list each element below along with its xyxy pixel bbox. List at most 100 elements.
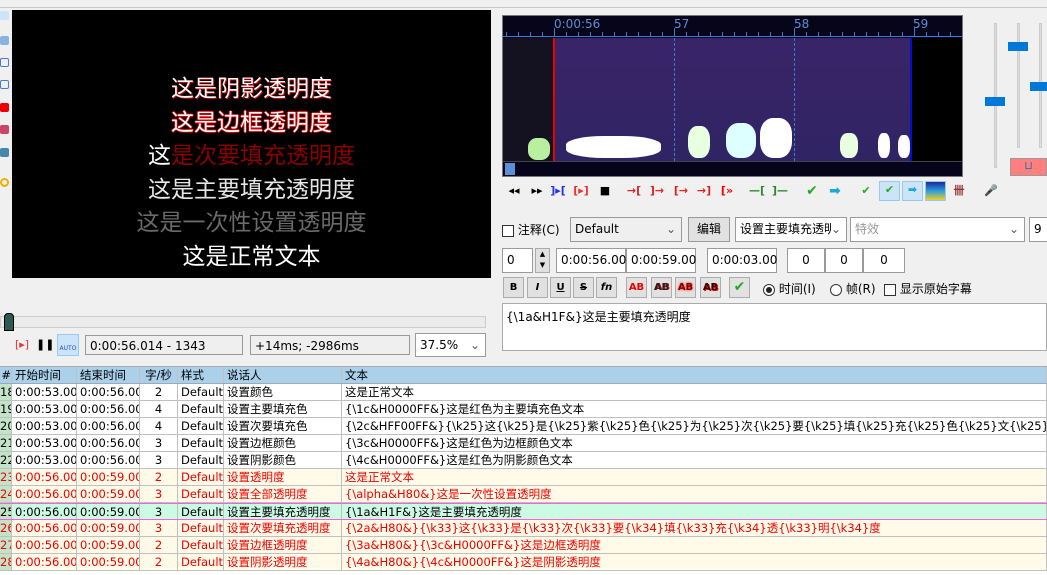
margin-left-field[interactable]: 0 xyxy=(787,248,825,273)
karaoke-mode-icon[interactable]: 🎤 xyxy=(982,183,1000,199)
table-row[interactable]: 280:00:56.000:00:59.002Default设置阴影透明度{\4… xyxy=(0,554,1047,571)
edit-style-button[interactable]: 编辑 xyxy=(688,217,730,242)
play-before-start-icon[interactable]: →[ xyxy=(625,183,643,199)
style-select[interactable]: Default ⌄ xyxy=(570,217,682,242)
pause-icon[interactable]: ❚❚ xyxy=(36,337,54,353)
time-mode-radio[interactable]: 时间(I) xyxy=(763,280,816,297)
video-zoom-select[interactable]: 37.5% ⌄ xyxy=(415,333,486,357)
table-row[interactable]: 220:00:53.000:00:56.003Default设置阴影颜色{\4c… xyxy=(0,452,1047,469)
autoscroll-video-button[interactable]: AUTO xyxy=(57,334,79,356)
end-time-field[interactable]: 0:00:59.00 xyxy=(626,248,696,273)
auto-commit-icon[interactable]: ✔ xyxy=(857,183,875,199)
table-row[interactable]: 200:00:53.000:00:56.004Default设置次要填充色{\2… xyxy=(0,418,1047,435)
shadow-color-button[interactable]: AB xyxy=(700,277,721,298)
text-cell: {\3c&H0000FF&}这是红色为边框颜色文本 xyxy=(342,435,1047,451)
selection-end-marker[interactable] xyxy=(910,38,912,161)
subtitle-border-alpha: 这是边框透明度 xyxy=(171,109,332,136)
stop-icon[interactable]: ■ xyxy=(596,183,614,199)
table-row[interactable]: 230:00:56.000:00:59.002Default设置透明度这是正常文… xyxy=(0,469,1047,486)
ruler-tick xyxy=(782,32,783,36)
scale-tool-icon[interactable] xyxy=(0,103,9,112)
primary-color-button[interactable]: AB xyxy=(626,277,647,298)
lead-in-icon[interactable]: —[ xyxy=(748,183,766,199)
video-seek-slider[interactable] xyxy=(0,316,486,328)
row-number: 18 xyxy=(0,384,12,400)
comment-checkbox[interactable]: 注释(C) xyxy=(502,221,560,238)
font-face-button[interactable]: fn xyxy=(596,277,617,298)
margin-right-field[interactable]: 0 xyxy=(825,248,863,273)
rotate-xy-tool-icon[interactable] xyxy=(0,80,9,89)
style-cell: Default xyxy=(178,435,224,451)
rotate-z-tool-icon[interactable] xyxy=(0,58,9,67)
drag-tool-icon[interactable] xyxy=(0,36,9,45)
table-row[interactable]: 240:00:56.000:00:59.003Default设置全部透明度{\a… xyxy=(0,486,1047,503)
go-to-next-icon[interactable]: ➡ xyxy=(826,183,844,199)
text-cell: {\1a&H1F&}这是主要填充透明度 xyxy=(342,504,1047,519)
underline-button[interactable]: U xyxy=(550,277,571,298)
audio-scrollbar[interactable] xyxy=(503,161,962,176)
audio-volume-slider[interactable] xyxy=(1008,23,1028,148)
audio-zoom-slider[interactable] xyxy=(985,23,1005,168)
start-time-cell: 0:00:56.00 xyxy=(12,504,77,519)
ruler-tick xyxy=(866,32,867,36)
header-style: 样式 xyxy=(178,367,224,383)
play-line-icon[interactable]: [▸] xyxy=(572,183,590,199)
previous-line-icon[interactable]: ◂◂ xyxy=(505,183,523,199)
play-line-icon[interactable]: [▸] xyxy=(14,337,30,353)
lead-out-icon[interactable]: ]— xyxy=(771,183,789,199)
table-row[interactable]: 270:00:56.000:00:59.002Default设置边框透明度{\3… xyxy=(0,537,1047,554)
spectrum-mode-icon[interactable] xyxy=(925,181,946,201)
table-row[interactable]: 180:00:53.000:00:56.002Default设置颜色这是正常文本 xyxy=(0,384,1047,401)
play-before-end-icon[interactable]: [→ xyxy=(672,183,690,199)
actor-combo[interactable]: 设置主要填充透明 ⌄ xyxy=(735,217,847,242)
vector-clip-tool-icon[interactable] xyxy=(0,148,9,157)
auto-scroll-icon[interactable]: ➡ xyxy=(902,181,923,201)
clip-tool-icon[interactable] xyxy=(0,125,9,134)
table-row[interactable]: 250:00:56.000:00:59.003Default设置主要填充透明度{… xyxy=(0,503,1047,520)
bold-button[interactable]: B xyxy=(503,277,524,298)
show-original-checkbox[interactable]: 显示原始字幕 xyxy=(884,280,972,297)
auto-next-icon[interactable]: ✔ xyxy=(879,181,900,201)
outline-color-button[interactable]: AB xyxy=(675,277,696,298)
effect-combo[interactable]: 特效 ⌄ xyxy=(850,217,1025,242)
commit-icon[interactable]: ✔ xyxy=(803,183,821,199)
layer-field[interactable]: 0 xyxy=(502,248,533,273)
layer-spin-button[interactable]: ▲ ▼ xyxy=(535,248,550,273)
ruler-tick xyxy=(698,32,699,36)
table-row[interactable]: 260:00:56.000:00:59.003Default设置次要填充透明度{… xyxy=(0,520,1047,537)
play-selection-icon[interactable]: ]▸[ xyxy=(549,183,567,199)
frame-mode-radio[interactable]: 帧(R) xyxy=(830,280,876,297)
italic-button[interactable]: I xyxy=(527,277,548,298)
start-time-field[interactable]: 0:00:56.00 xyxy=(556,248,626,273)
table-row[interactable]: 210:00:53.000:00:56.003Default设置边框颜色{\3c… xyxy=(0,435,1047,452)
link-volume-toggle[interactable]: ⊔ xyxy=(1010,158,1047,176)
secondary-color-button[interactable]: AB xyxy=(651,277,672,298)
play-to-end-icon[interactable]: [» xyxy=(718,183,736,199)
sub-toolbar-icon[interactable] xyxy=(0,178,9,187)
video-position-field[interactable]: 0:00:56.014 - 1343 xyxy=(85,335,243,355)
split-audio-icon[interactable]: 卌 xyxy=(950,183,968,199)
duration-field[interactable]: 0:00:03.00 xyxy=(707,248,777,273)
end-time-cell: 0:00:56.00 xyxy=(77,435,140,451)
cps-cell: 4 xyxy=(140,401,178,417)
header-actor: 说话人 xyxy=(224,367,342,383)
subtitle-text-editor[interactable]: {\1a&H1F&}这是主要填充透明度 xyxy=(502,303,1047,351)
play-after-start-icon[interactable]: ]→ xyxy=(648,183,666,199)
subtitle-grid[interactable]: # 开始时间 结束时间 字/秒 样式 说话人 文本 180:00:53.000:… xyxy=(0,366,1047,575)
video-display[interactable]: 这是阴影透明度 这是边框透明度 这是次要填充透明度 这是主要填充透明度 这是一次… xyxy=(12,10,491,278)
strikeout-button[interactable]: S xyxy=(573,277,594,298)
commit-button[interactable]: ✔ xyxy=(729,277,750,298)
audio-spectrum-display[interactable]: 0:00:56 57 58 59 xyxy=(502,15,963,177)
cps-cell: 3 xyxy=(140,486,178,502)
margin-vertical-field[interactable]: 0 xyxy=(863,248,905,273)
crosshair-tool-icon[interactable] xyxy=(0,11,9,20)
audio-vertical-zoom-slider[interactable] xyxy=(1030,23,1047,148)
play-after-end-icon[interactable]: →] xyxy=(695,183,713,199)
seek-slider-thumb[interactable] xyxy=(4,313,14,331)
selection-start-marker[interactable] xyxy=(553,38,555,161)
ruler-tick xyxy=(770,32,771,36)
table-row[interactable]: 190:00:53.000:00:56.004Default设置主要填充色{\1… xyxy=(0,401,1047,418)
row-number: 25 xyxy=(0,504,12,519)
next-line-icon[interactable]: ▸▸ xyxy=(528,183,546,199)
ruler-tick xyxy=(506,32,507,36)
